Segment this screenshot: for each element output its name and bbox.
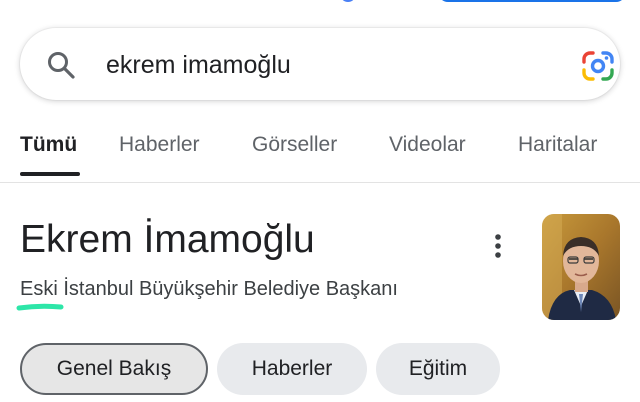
tab-videos[interactable]: Videolar bbox=[389, 131, 466, 159]
tab-news[interactable]: Haberler bbox=[119, 131, 200, 159]
highlight-underline-mark bbox=[16, 303, 64, 311]
search-tabs: Tümü Haberler Görseller Videolar Harital… bbox=[0, 126, 640, 182]
person-photo-icon bbox=[542, 214, 620, 320]
chip-overview[interactable]: Genel Bakış bbox=[20, 343, 208, 395]
sign-in-button-partial[interactable] bbox=[438, 0, 626, 2]
tabs-divider bbox=[0, 182, 640, 183]
search-bar[interactable]: ekrem imamoğlu bbox=[20, 28, 620, 100]
search-input[interactable]: ekrem imamoğlu bbox=[106, 50, 291, 80]
avatar-partial[interactable] bbox=[340, 0, 356, 2]
chip-education[interactable]: Eğitim bbox=[376, 343, 500, 395]
tab-all[interactable]: Tümü bbox=[20, 131, 77, 159]
top-strip bbox=[0, 0, 640, 8]
search-icon[interactable] bbox=[46, 50, 76, 80]
tab-images[interactable]: Görseller bbox=[252, 131, 337, 159]
entity-subtitle: Eski İstanbul Büyükşehir Belediye Başkan… bbox=[20, 278, 398, 300]
more-vert-icon[interactable] bbox=[486, 230, 510, 262]
entity-title: Ekrem İmamoğlu bbox=[20, 218, 315, 261]
active-tab-indicator bbox=[20, 172, 80, 176]
chip-news[interactable]: Haberler bbox=[217, 343, 367, 395]
entity-photo[interactable] bbox=[542, 214, 620, 320]
google-lens-icon[interactable] bbox=[580, 50, 616, 82]
tab-maps[interactable]: Haritalar bbox=[518, 131, 597, 159]
